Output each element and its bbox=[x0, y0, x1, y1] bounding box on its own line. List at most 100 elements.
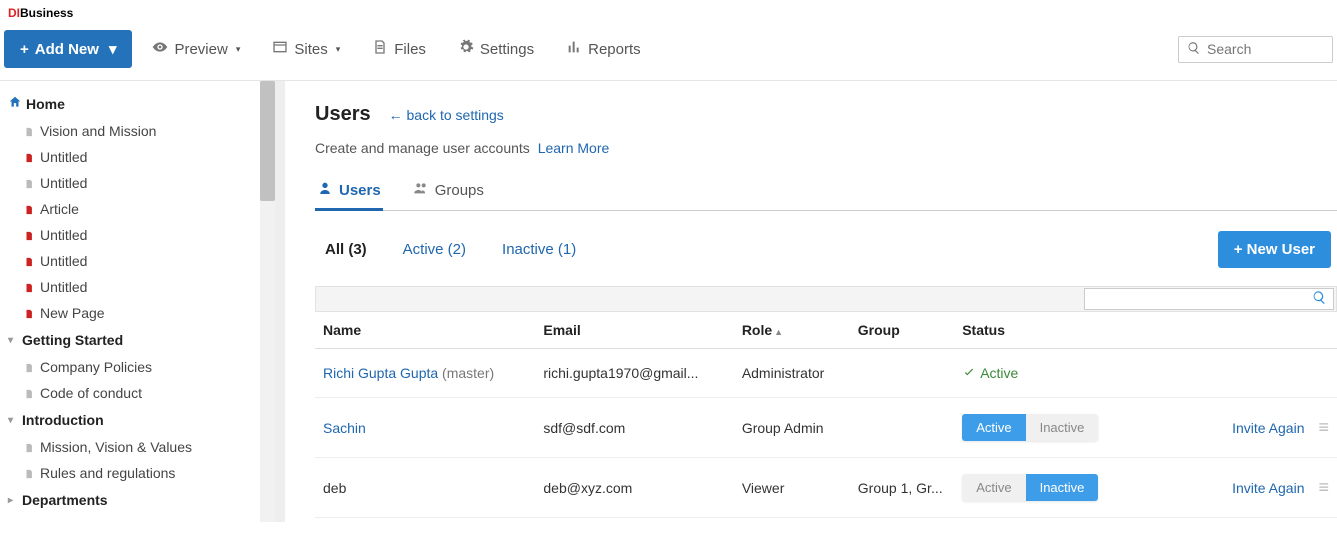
sidebar-page-item[interactable]: Company Policies bbox=[0, 354, 275, 380]
status-toggle-active[interactable]: Active bbox=[962, 414, 1025, 441]
global-search-input[interactable] bbox=[1207, 41, 1324, 57]
toolbar-files[interactable]: Files bbox=[360, 33, 438, 65]
status-toggle: ActiveInactive bbox=[962, 414, 1098, 441]
user-email: sdf@sdf.com bbox=[535, 398, 733, 458]
page-icon bbox=[24, 281, 34, 293]
caret-down-icon: ▾ bbox=[236, 44, 241, 55]
toolbar-preview[interactable]: Preview ▾ bbox=[140, 33, 252, 65]
sidebar-scrollbar-thumb[interactable] bbox=[260, 81, 275, 201]
page-title: Users bbox=[315, 103, 371, 126]
sidebar-page-item[interactable]: Rules and regulations bbox=[0, 460, 275, 486]
col-header-group[interactable]: Group bbox=[850, 312, 954, 349]
page-icon bbox=[24, 307, 34, 319]
sidebar-page-item[interactable]: Mission, Vision & Values bbox=[0, 434, 275, 460]
sidebar-page-item[interactable]: Untitled bbox=[0, 274, 275, 300]
page-icon bbox=[24, 387, 34, 399]
search-icon[interactable] bbox=[1312, 290, 1327, 308]
status-toggle-active[interactable]: Active bbox=[962, 474, 1025, 501]
chevron-down-icon: ▾ bbox=[8, 335, 18, 346]
tab-users[interactable]: Users bbox=[315, 174, 383, 210]
table-search-input[interactable] bbox=[1091, 292, 1312, 307]
filter-inactive[interactable]: Inactive (1) bbox=[498, 239, 580, 260]
plus-icon: + bbox=[20, 41, 29, 58]
sidebar-page-item[interactable]: Vision and Mission bbox=[0, 118, 275, 144]
user-group bbox=[850, 349, 954, 398]
sidebar-section-home[interactable]: Home bbox=[0, 89, 275, 118]
sidebar-item-label: Untitled bbox=[40, 227, 87, 243]
user-name-link[interactable]: Richi Gupta Gupta bbox=[323, 365, 438, 381]
page-icon bbox=[24, 177, 34, 189]
user-name: deb bbox=[323, 480, 346, 496]
status-toggle-inactive[interactable]: Inactive bbox=[1026, 474, 1099, 501]
search-icon bbox=[1187, 41, 1201, 58]
page-icon bbox=[24, 151, 34, 163]
pane-splitter[interactable] bbox=[275, 81, 285, 522]
caret-down-icon: ▾ bbox=[109, 40, 117, 58]
col-header-email[interactable]: Email bbox=[535, 312, 733, 349]
new-user-button[interactable]: + New User bbox=[1218, 231, 1331, 268]
sidebar-section-getting-started[interactable]: ▾ Getting Started bbox=[0, 326, 275, 354]
sidebar-item-label: Untitled bbox=[40, 253, 87, 269]
tab-groups[interactable]: Groups bbox=[411, 174, 486, 210]
col-header-status[interactable]: Status bbox=[954, 312, 1174, 349]
window-icon bbox=[272, 39, 288, 59]
user-group: Group 1, Gr... bbox=[850, 458, 954, 518]
page-icon bbox=[24, 229, 34, 241]
global-search[interactable] bbox=[1178, 36, 1333, 63]
user-group bbox=[850, 398, 954, 458]
sidebar-page-item[interactable]: Untitled bbox=[0, 170, 275, 196]
sidebar-item-label: Untitled bbox=[40, 175, 87, 191]
user-email: deb@xyz.com bbox=[535, 458, 733, 518]
sidebar-page-item[interactable]: Untitled bbox=[0, 248, 275, 274]
toolbar-settings[interactable]: Settings bbox=[446, 33, 546, 65]
sort-asc-icon: ▲ bbox=[774, 327, 783, 337]
table-search[interactable] bbox=[1084, 288, 1334, 310]
toolbar-sites[interactable]: Sites▾ bbox=[260, 33, 352, 65]
sidebar-item-label: Mission, Vision & Values bbox=[40, 439, 192, 455]
col-header-role[interactable]: Role▲ bbox=[734, 312, 850, 349]
row-menu-icon[interactable]: ≡ bbox=[1304, 477, 1329, 497]
sidebar-item-label: Company Policies bbox=[40, 359, 152, 375]
bar-chart-icon bbox=[566, 39, 582, 59]
status-toggle-inactive[interactable]: Inactive bbox=[1026, 414, 1099, 441]
chevron-right-icon: ▸ bbox=[8, 495, 18, 506]
invite-again-link[interactable]: Invite Again bbox=[1232, 480, 1304, 496]
table-row: Richi Gupta Gupta (master)richi.gupta197… bbox=[315, 349, 1337, 398]
brand-logo: DIBusiness bbox=[8, 6, 73, 20]
users-table: Name Email Role▲ Group Status Richi Gupt… bbox=[315, 312, 1337, 518]
sidebar-section-introduction[interactable]: ▾ Introduction bbox=[0, 406, 275, 434]
users-icon bbox=[413, 180, 429, 200]
learn-more-link[interactable]: Learn More bbox=[538, 140, 610, 156]
filter-all[interactable]: All (3) bbox=[321, 239, 371, 260]
invite-again-link[interactable]: Invite Again bbox=[1232, 420, 1304, 436]
filter-active[interactable]: Active (2) bbox=[399, 239, 470, 260]
sidebar-item-label: Untitled bbox=[40, 279, 87, 295]
page-icon bbox=[24, 467, 34, 479]
sidebar: Home Vision and Mission Untitled Untitled A… bbox=[0, 81, 275, 522]
add-new-button[interactable]: + Add New ▾ bbox=[4, 30, 132, 68]
toolbar-reports[interactable]: Reports bbox=[554, 33, 653, 65]
sidebar-page-item[interactable]: Untitled bbox=[0, 144, 275, 170]
caret-down-icon: ▾ bbox=[336, 44, 341, 55]
sidebar-section-departments[interactable]: ▸ Departments bbox=[0, 486, 275, 514]
page-subtitle: Create and manage user accounts Learn Mo… bbox=[315, 140, 1337, 156]
sidebar-item-label: Vision and Mission bbox=[40, 123, 156, 139]
user-role: Group Admin bbox=[734, 398, 850, 458]
back-to-settings-link[interactable]: ← back to settings bbox=[389, 107, 504, 123]
user-role: Viewer bbox=[734, 458, 850, 518]
row-menu-icon[interactable]: ≡ bbox=[1304, 417, 1329, 437]
sidebar-page-item[interactable]: New Page bbox=[0, 300, 275, 326]
user-name-link[interactable]: Sachin bbox=[323, 420, 366, 436]
col-header-name[interactable]: Name bbox=[315, 312, 535, 349]
sidebar-page-item[interactable]: Code of conduct bbox=[0, 380, 275, 406]
page-icon bbox=[24, 441, 34, 453]
table-row: Sachin sdf@sdf.comGroup Admin ActiveInacti… bbox=[315, 398, 1337, 458]
page-icon bbox=[24, 203, 34, 215]
page-icon bbox=[24, 255, 34, 267]
sidebar-page-item[interactable]: Article bbox=[0, 196, 275, 222]
sidebar-item-label: Code of conduct bbox=[40, 385, 142, 401]
sidebar-item-label: Article bbox=[40, 201, 79, 217]
sidebar-item-label: Rules and regulations bbox=[40, 465, 175, 481]
sidebar-page-item[interactable]: Untitled bbox=[0, 222, 275, 248]
top-toolbar: + Add New ▾ Preview ▾ Sites▾ Files Setti… bbox=[0, 24, 1337, 80]
